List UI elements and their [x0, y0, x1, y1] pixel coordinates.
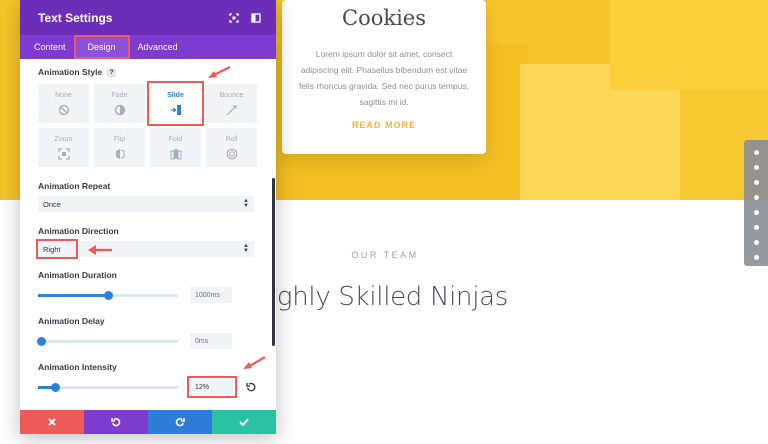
- annotation-arrow-icon: [208, 66, 231, 78]
- animation-style-field: Animation Style ? None Fade Slide Bounce: [38, 67, 276, 167]
- animation-delay-label: Animation Delay: [38, 316, 105, 326]
- animation-duration-range: 1000ms: [38, 287, 276, 303]
- range-handle[interactable]: [50, 382, 60, 392]
- style-option-flip[interactable]: Flip: [94, 128, 145, 167]
- undo-icon: [111, 418, 121, 427]
- animation-direction-select[interactable]: Right ▲ ▼: [36, 239, 254, 259]
- animation-style-grid: None Fade Slide Bounce Zoom Flip Fold Ro…: [38, 81, 274, 167]
- dot-nav-item[interactable]: [753, 180, 759, 185]
- modal-title: Text Settings: [38, 10, 113, 25]
- hero-shape: [610, 0, 768, 90]
- style-option-label: Roll: [225, 135, 238, 143]
- card-title: Cookies: [342, 6, 426, 30]
- style-option-none[interactable]: None: [38, 84, 89, 123]
- fullscreen-icon[interactable]: [226, 10, 242, 26]
- style-option-label: Bounce: [219, 91, 244, 99]
- animation-duration-label: Animation Duration: [38, 270, 117, 280]
- animation-delay-field: Animation Delay 0ms: [36, 316, 276, 349]
- animation-intensity-range: 12%: [38, 376, 276, 398]
- animation-duration-input[interactable]: 1000ms: [190, 287, 232, 303]
- style-option-label: Fade: [111, 91, 128, 99]
- range-track[interactable]: [36, 336, 178, 346]
- help-icon[interactable]: ?: [107, 67, 117, 77]
- blurb-card: Cookies Lorem ipsum dolor sit amet, cons…: [282, 0, 486, 154]
- modal-footer: [20, 410, 276, 434]
- bounce-icon: [226, 104, 237, 115]
- style-option-label: Slide: [167, 91, 184, 99]
- roll-icon: [226, 148, 237, 159]
- annotation-arrow-icon: [88, 245, 112, 255]
- dot-nav-item[interactable]: [753, 150, 759, 155]
- range-handle[interactable]: [104, 290, 113, 300]
- fade-icon: [114, 104, 125, 115]
- dot-nav-item[interactable]: [753, 210, 759, 215]
- style-option-fold[interactable]: Fold: [150, 128, 201, 167]
- range-track[interactable]: [38, 290, 178, 300]
- dot-nav-item[interactable]: [753, 240, 759, 245]
- animation-direction-label: Animation Direction: [38, 226, 119, 236]
- zoom-icon: [57, 147, 70, 160]
- fold-icon: [170, 148, 181, 159]
- modal-header: Text Settings: [20, 0, 276, 35]
- animation-direction-field: Animation Direction Right ▲ ▼: [36, 226, 276, 259]
- reset-icon[interactable]: [246, 382, 256, 392]
- none-icon: [58, 104, 69, 115]
- animation-intensity-input[interactable]: 12%: [187, 376, 237, 398]
- tab-advanced[interactable]: Advanced: [130, 35, 186, 59]
- undo-button[interactable]: [84, 410, 148, 434]
- style-option-label: Flip: [113, 135, 126, 143]
- style-option-label: Zoom: [54, 135, 73, 143]
- style-option-bounce[interactable]: Bounce: [206, 84, 257, 123]
- section-title: ighly Skilled Ninjas: [270, 282, 509, 312]
- style-option-label: None: [55, 91, 72, 99]
- tab-content[interactable]: Content: [26, 35, 74, 59]
- style-option-fade[interactable]: Fade: [94, 84, 145, 123]
- animation-duration-field: Animation Duration 1000ms: [38, 270, 276, 303]
- split-view-icon[interactable]: [248, 10, 264, 26]
- range-fill: [38, 293, 108, 297]
- animation-style-label-row: Animation Style ?: [38, 67, 276, 77]
- animation-repeat-field: Animation Repeat Once ▲ ▼: [38, 181, 276, 212]
- dot-nav-item[interactable]: [753, 165, 759, 170]
- animation-delay-range: 0ms: [36, 333, 276, 349]
- redo-button[interactable]: [148, 410, 212, 434]
- dot-nav-item[interactable]: [753, 255, 759, 260]
- select-arrows-icon: ▲ ▼: [243, 198, 249, 209]
- animation-style-label: Animation Style: [38, 67, 103, 77]
- settings-modal: Text Settings Content Design Advanced An…: [20, 0, 276, 434]
- close-icon: [48, 418, 56, 426]
- style-option-zoom[interactable]: Zoom: [38, 128, 89, 167]
- annotation-arrow-icon: [243, 356, 266, 369]
- tab-design[interactable]: Design: [73, 35, 130, 59]
- card-body: Lorem ipsum dolor sit amet, consect adip…: [298, 49, 470, 107]
- select-value: Right: [43, 244, 61, 254]
- dot-nav-item[interactable]: [753, 195, 759, 200]
- modal-tabs: Content Design Advanced: [20, 35, 276, 59]
- select-arrows-icon: ▲ ▼: [243, 243, 249, 254]
- discard-button[interactable]: [20, 410, 84, 434]
- flip-icon: [115, 148, 124, 159]
- read-more-link[interactable]: READ MORE: [282, 120, 486, 130]
- animation-delay-input[interactable]: 0ms: [190, 333, 232, 349]
- checkmark-icon: [239, 418, 249, 426]
- dot-nav-item[interactable]: [753, 225, 759, 230]
- animation-repeat-label: Animation Repeat: [38, 181, 111, 191]
- redo-icon: [175, 418, 185, 427]
- range-track[interactable]: [38, 382, 178, 392]
- dot-navigation[interactable]: [744, 140, 768, 266]
- select-value-highlight: Right: [36, 239, 78, 259]
- style-option-slide[interactable]: Slide: [147, 81, 204, 126]
- style-option-roll[interactable]: Roll: [206, 128, 257, 167]
- modal-scrollbar[interactable]: [272, 178, 275, 346]
- save-button[interactable]: [212, 410, 276, 434]
- select-value: Once: [43, 199, 61, 209]
- range-handle[interactable]: [36, 336, 46, 346]
- section-eyebrow: OUR TEAM: [351, 250, 419, 260]
- slide-icon: [170, 104, 181, 115]
- animation-repeat-select[interactable]: Once ▲ ▼: [38, 196, 254, 212]
- modal-body: Animation Style ? None Fade Slide Bounce: [20, 59, 276, 409]
- style-option-label: Fold: [168, 135, 183, 143]
